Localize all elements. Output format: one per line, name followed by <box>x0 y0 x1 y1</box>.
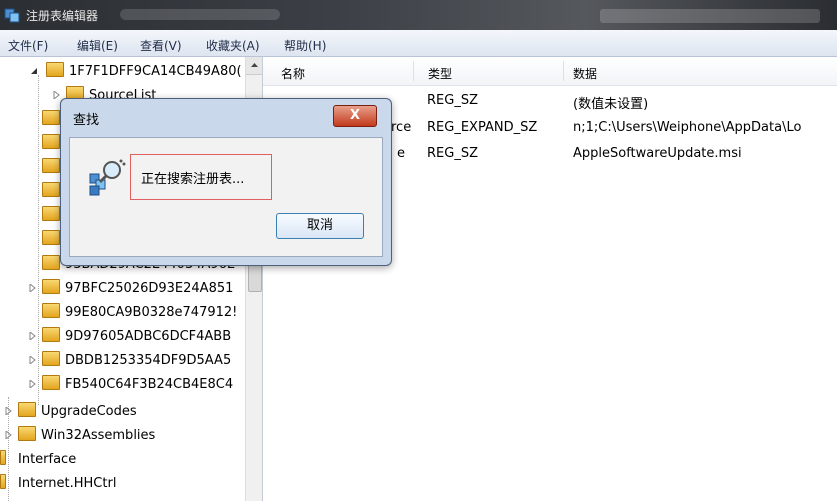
folder-icon <box>42 158 60 173</box>
dialog-title: 查找 <box>73 113 100 128</box>
menu-favorites[interactable]: 收藏夹(A) <box>206 37 260 54</box>
find-dialog: 查找 X 正在搜索注册表... 取消 <box>60 98 392 266</box>
menu-view[interactable]: 查看(V) <box>140 37 182 54</box>
folder-icon <box>18 426 36 441</box>
tree-item-key-2[interactable]: 99E80CA9B0328e747912! <box>42 303 237 323</box>
folder-icon <box>42 255 60 270</box>
menu-edit[interactable]: 编辑(E) <box>77 37 118 54</box>
folder-icon <box>42 303 60 318</box>
value-data: AppleSoftwareUpdate.msi <box>573 146 742 161</box>
folder-icon <box>46 62 64 77</box>
list-header: 名称 类型 数据 <box>263 57 837 86</box>
title-bar: 注册表编辑器 <box>0 0 837 30</box>
close-button[interactable]: X <box>333 105 377 127</box>
folder-icon <box>42 206 60 221</box>
folder-icon <box>42 327 60 342</box>
regedit-icon <box>4 8 20 23</box>
window-title: 注册表编辑器 <box>26 9 99 23</box>
expand-arrow-icon[interactable] <box>52 91 60 99</box>
tree-item-key-5[interactable]: FB540C64F3B24CB4E8C4 <box>29 375 233 395</box>
title-bar-decoration <box>120 9 280 20</box>
folder-icon <box>42 134 60 149</box>
value-name: e <box>397 146 405 161</box>
dialog-body: 正在搜索注册表... 取消 <box>69 137 383 257</box>
folder-icon <box>42 110 60 125</box>
folder-icon <box>42 279 60 294</box>
value-data: (数值未设置) <box>573 97 649 112</box>
folder-icon <box>0 474 6 489</box>
close-icon: X <box>349 108 361 123</box>
folder-icon <box>18 402 36 417</box>
column-type[interactable]: 类型 <box>428 65 452 82</box>
expand-arrow-icon[interactable] <box>4 407 12 415</box>
value-type: REG_SZ <box>427 93 478 108</box>
cancel-button[interactable]: 取消 <box>276 213 364 239</box>
expand-arrow-icon[interactable] <box>4 431 12 439</box>
scroll-up-button[interactable] <box>246 57 262 75</box>
status-message: 正在搜索注册表... <box>141 172 245 187</box>
menu-file[interactable]: 文件(F) <box>8 37 48 54</box>
title-bar-decoration <box>600 9 820 23</box>
folder-icon <box>42 182 60 197</box>
tree-item-internet-hhctrl[interactable]: Internet.HHCtrl <box>0 474 116 494</box>
value-type: REG_EXPAND_SZ <box>427 120 538 135</box>
status-message-box: 正在搜索注册表... <box>130 154 272 200</box>
folder-icon <box>42 230 60 245</box>
expand-arrow-icon[interactable] <box>28 380 36 388</box>
folder-icon <box>42 351 60 366</box>
column-name[interactable]: 名称 <box>281 65 305 82</box>
value-name: rce <box>391 120 412 135</box>
tree-item-key-4[interactable]: DBDB1253354DF9D5AA5 <box>29 351 231 371</box>
value-data: n;1;C:\Users\Weiphone\AppData\Lo <box>573 120 802 135</box>
collapse-arrow-icon[interactable] <box>30 67 38 75</box>
chevron-up-icon <box>251 63 258 67</box>
menu-bar: 文件(F) 编辑(E) 查看(V) 收藏夹(A) 帮助(H) <box>0 30 837 57</box>
folder-icon <box>0 450 6 465</box>
tree-item-win32assemblies[interactable]: Win32Assemblies <box>5 426 155 446</box>
registry-search-icon <box>89 159 126 196</box>
tree-item-interface[interactable]: Interface <box>0 450 76 470</box>
column-divider[interactable] <box>563 61 564 81</box>
menu-help[interactable]: 帮助(H) <box>284 37 326 54</box>
expand-arrow-icon[interactable] <box>28 332 36 340</box>
column-data[interactable]: 数据 <box>573 65 597 82</box>
column-divider[interactable] <box>413 61 414 81</box>
tree-item-key-3[interactable]: 9D97605ADBC6DCF4ABB <box>29 327 231 347</box>
tree-item-key-1[interactable]: 97BFC25026D93E24A851 <box>29 279 233 299</box>
expand-arrow-icon[interactable] <box>28 284 36 292</box>
tree-connector <box>38 75 39 405</box>
tree-item-upgradecodes[interactable]: UpgradeCodes <box>5 402 137 422</box>
folder-icon <box>42 375 60 390</box>
tree-item-top-key[interactable]: 1F7F1DFF9CA14CB49A80( <box>31 62 242 82</box>
expand-arrow-icon[interactable] <box>28 356 36 364</box>
value-type: REG_SZ <box>427 146 478 161</box>
